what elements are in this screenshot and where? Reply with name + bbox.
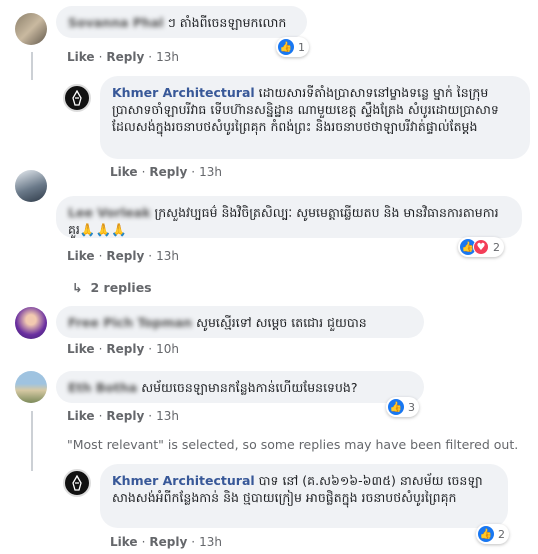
view-replies-link[interactable]: ↳ 2 replies (72, 280, 152, 295)
comment-actions: Like · Reply · 13h (67, 409, 179, 423)
like-reaction-icon: 👍 (478, 526, 494, 542)
timestamp[interactable]: 13h (156, 249, 179, 263)
filter-notice: "Most relevant" is selected, so some rep… (67, 437, 519, 452)
avatar[interactable] (15, 371, 47, 403)
reply-button[interactable]: Reply (106, 50, 144, 64)
reaction-count[interactable]: 👍 1 (276, 37, 309, 57)
comment-bubble: Free Pich Topman សូមស្មើរទៅ សម្តេច តេជោរ… (56, 306, 424, 338)
comment-bubble: Lee Vorleak ក្រសួងវប្បធម៌ និងវិចិត្រសិល្… (56, 196, 522, 238)
like-button[interactable]: Like (67, 50, 95, 64)
comment-author[interactable]: Lee Vorleak (68, 205, 151, 220)
comment-actions: Like · Reply · 13h (110, 535, 222, 549)
timestamp[interactable]: 13h (156, 50, 179, 64)
comment-author[interactable]: Eth Botha (68, 380, 137, 395)
reply-button[interactable]: Reply (106, 249, 144, 263)
reply-bubble: Khmer Architectural បាទ នៅ (គ.ស៦១៦-៦៣៥) … (100, 464, 508, 528)
avatar[interactable] (15, 170, 47, 202)
comment-actions: Like · Reply · 13h (110, 165, 222, 179)
timestamp[interactable]: 13h (156, 409, 179, 423)
page-avatar[interactable] (63, 84, 91, 112)
comment-text: សម័យចេនឡាមានកន្លែងកាន់ហើយមែនទេបង? (141, 380, 358, 395)
reply-arrow-icon: ↳ (72, 280, 83, 295)
comment-author[interactable]: Khmer Architectural (112, 473, 255, 488)
reaction-count[interactable]: 👍 ♥ 2 (458, 237, 504, 257)
reply-button[interactable]: Reply (106, 342, 144, 356)
reaction-count[interactable]: 👍 2 (476, 524, 509, 544)
like-reaction-icon: 👍 (278, 39, 294, 55)
comment-bubble: Sovanna Phal ៗ តាំងពីចេនឡាមកលោក (56, 6, 307, 38)
reaction-count[interactable]: 👍 3 (386, 397, 419, 417)
avatar[interactable] (15, 13, 47, 45)
temple-logo-icon (72, 90, 82, 106)
reply-button[interactable]: Reply (106, 409, 144, 423)
like-button[interactable]: Like (67, 249, 95, 263)
comment-actions: Like · Reply · 13h (67, 50, 179, 64)
comment-actions: Like · Reply · 10h (67, 342, 179, 356)
love-reaction-icon: ♥ (473, 239, 489, 255)
reply-bubble: Khmer Architectural ដោយសារទីតាំងប្រាសាទន… (100, 76, 530, 159)
temple-logo-icon (72, 475, 82, 491)
comment-bubble: Eth Botha សម័យចេនឡាមានកន្លែងកាន់ហើយមែនទេ… (56, 371, 424, 403)
like-button[interactable]: Like (110, 165, 138, 179)
like-reaction-icon: 👍 (388, 399, 404, 415)
reply-button[interactable]: Reply (149, 165, 187, 179)
comment-actions: Like · Reply · 13h (67, 249, 179, 263)
timestamp[interactable]: 13h (199, 165, 222, 179)
avatar[interactable] (15, 307, 47, 339)
like-button[interactable]: Like (110, 535, 138, 549)
reply-button[interactable]: Reply (149, 535, 187, 549)
comment-text: សូមស្មើរទៅ សម្តេច តេជោរ ជួយបាន (196, 315, 367, 330)
comment-text: ៗ តាំងពីចេនឡាមកលោក (167, 15, 287, 30)
comment-author[interactable]: Free Pich Topman (68, 315, 192, 330)
page-avatar[interactable] (63, 469, 91, 497)
thread-line (31, 411, 33, 471)
timestamp[interactable]: 10h (156, 342, 179, 356)
like-button[interactable]: Like (67, 342, 95, 356)
comment-author[interactable]: Sovanna Phal (68, 15, 164, 30)
timestamp[interactable]: 13h (199, 535, 222, 549)
thread-line (31, 52, 33, 80)
like-button[interactable]: Like (67, 409, 95, 423)
comment-author[interactable]: Khmer Architectural (112, 85, 255, 100)
